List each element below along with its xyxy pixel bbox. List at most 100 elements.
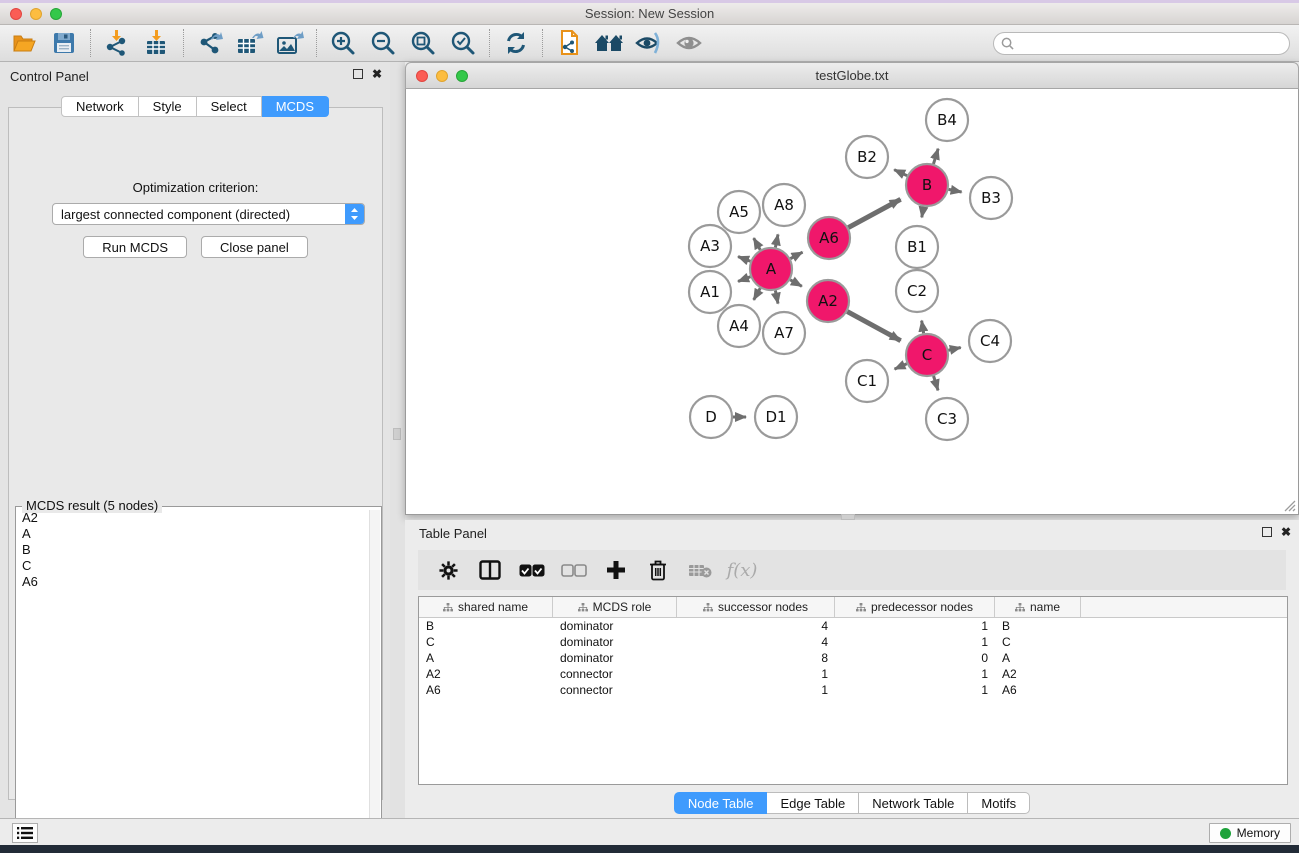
node-c[interactable]: C [906, 334, 948, 376]
tab-network-table[interactable]: Network Table [859, 792, 968, 814]
edge-a-to-a1[interactable] [738, 277, 750, 282]
close-table-panel-icon[interactable]: ✖ [1281, 527, 1291, 537]
tab-mcds[interactable]: MCDS [262, 96, 329, 117]
deselect-all-button[interactable] [560, 556, 588, 584]
edge-a-to-a3[interactable] [738, 257, 750, 262]
column-header-name[interactable]: name [995, 597, 1081, 617]
node-a8[interactable]: A8 [763, 184, 805, 226]
tab-network[interactable]: Network [61, 96, 139, 117]
node-c1[interactable]: C1 [846, 360, 888, 402]
export-network-button[interactable] [190, 27, 230, 59]
result-item-a[interactable]: A [17, 526, 369, 542]
edge-a-to-a8[interactable] [775, 234, 778, 247]
hide-eye-button[interactable] [629, 27, 669, 59]
node-a3[interactable]: A3 [689, 225, 731, 267]
edge-a-to-a4[interactable] [754, 288, 761, 300]
table-row[interactable]: Bdominator41B [419, 618, 1287, 634]
clone-network-button[interactable] [549, 27, 589, 59]
node-d[interactable]: D [690, 396, 732, 438]
edge-a2-to-c[interactable] [847, 312, 900, 341]
edge-c-to-c2[interactable] [922, 321, 924, 334]
node-a4[interactable]: A4 [718, 305, 760, 347]
table-row[interactable]: A2connector11A2 [419, 666, 1287, 682]
edge-a-to-a7[interactable] [775, 291, 778, 304]
zoom-fit-button[interactable] [403, 27, 443, 59]
zoom-in-button[interactable] [323, 27, 363, 59]
node-a1[interactable]: A1 [689, 271, 731, 313]
edge-a6-to-b[interactable] [848, 199, 900, 227]
import-table-button[interactable] [137, 27, 177, 59]
edge-b-to-b1[interactable] [922, 207, 924, 218]
tab-style[interactable]: Style [139, 96, 197, 117]
export-table-button[interactable] [230, 27, 270, 59]
edge-c-to-c4[interactable] [948, 348, 960, 351]
mcds-result-list[interactable]: A2ABCA6 [17, 510, 369, 838]
node-b3[interactable]: B3 [970, 177, 1012, 219]
column-header-predecessor-nodes[interactable]: predecessor nodes [835, 597, 995, 617]
refresh-button[interactable] [496, 27, 536, 59]
memory-button[interactable]: Memory [1209, 823, 1291, 843]
close-panel-icon[interactable]: ✖ [372, 69, 382, 79]
houses-button[interactable] [589, 27, 629, 59]
node-a2[interactable]: A2 [807, 280, 849, 322]
edge-c-to-c3[interactable] [934, 376, 938, 390]
table-row[interactable]: Cdominator41C [419, 634, 1287, 650]
edge-b-to-b4[interactable] [933, 149, 938, 164]
node-a6[interactable]: A6 [808, 217, 850, 259]
result-item-a2[interactable]: A2 [17, 510, 369, 526]
float-panel-icon[interactable] [353, 69, 363, 79]
node-b2[interactable]: B2 [846, 136, 888, 178]
edge-c-to-c1[interactable] [895, 364, 907, 369]
tab-motifs[interactable]: Motifs [968, 792, 1030, 814]
column-header-successor-nodes[interactable]: successor nodes [677, 597, 835, 617]
table-row[interactable]: A6connector11A6 [419, 682, 1287, 698]
node-a7[interactable]: A7 [763, 312, 805, 354]
column-header-mcds-role[interactable]: MCDS role [553, 597, 677, 617]
node-b1[interactable]: B1 [896, 226, 938, 268]
search-input[interactable] [1019, 37, 1289, 51]
table-settings-button[interactable] [434, 556, 462, 584]
result-item-b[interactable]: B [17, 542, 369, 558]
close-panel-button[interactable]: Close panel [201, 236, 308, 258]
add-column-button[interactable] [602, 556, 630, 584]
tab-node-table[interactable]: Node Table [674, 792, 768, 814]
float-table-panel-icon[interactable] [1262, 527, 1272, 537]
node-a5[interactable]: A5 [718, 191, 760, 233]
edge-a-to-a6[interactable] [790, 252, 802, 258]
run-mcds-button[interactable]: Run MCDS [83, 236, 187, 258]
show-columns-button[interactable] [476, 556, 504, 584]
open-file-button[interactable] [4, 27, 44, 59]
edge-a-to-a2[interactable] [790, 280, 802, 287]
tab-edge-table[interactable]: Edge Table [767, 792, 859, 814]
select-all-button[interactable] [518, 556, 546, 584]
resize-grip-icon[interactable] [1282, 498, 1296, 512]
criterion-select[interactable]: largest connected component (directed) [52, 203, 365, 225]
tab-select[interactable]: Select [197, 96, 262, 117]
column-header-shared-name[interactable]: shared name [419, 597, 553, 617]
node-b4[interactable]: B4 [926, 99, 968, 141]
node-c2[interactable]: C2 [896, 270, 938, 312]
node-a[interactable]: A [750, 248, 792, 290]
show-eye-button[interactable] [669, 27, 709, 59]
zoom-selected-button[interactable] [443, 27, 483, 59]
search-box[interactable] [993, 32, 1290, 55]
result-scrollbar[interactable] [369, 510, 380, 838]
import-network-button[interactable] [97, 27, 137, 59]
delete-column-button[interactable] [644, 556, 672, 584]
export-image-button[interactable] [270, 27, 310, 59]
edge-a-to-a5[interactable] [754, 238, 761, 250]
node-b[interactable]: B [906, 164, 948, 206]
edge-b-to-b2[interactable] [894, 170, 907, 176]
node-d1[interactable]: D1 [755, 396, 797, 438]
task-history-button[interactable] [12, 823, 38, 843]
network-canvas[interactable]: B4 B2 B B3 A8A5 A6 A3 B1 A A1 C2 A2 A4A7 C4 C C1 D D1 C3 [405, 89, 1299, 515]
table-row[interactable]: Adominator80A [419, 650, 1287, 666]
network-window-titlebar[interactable]: testGlobe.txt [405, 62, 1299, 89]
zoom-out-button[interactable] [363, 27, 403, 59]
node-c4[interactable]: C4 [969, 320, 1011, 362]
edge-b-to-b3[interactable] [949, 189, 962, 192]
splitter-handle[interactable] [393, 428, 401, 440]
result-item-c[interactable]: C [17, 558, 369, 574]
save-session-button[interactable] [44, 27, 84, 59]
node-c3[interactable]: C3 [926, 398, 968, 440]
